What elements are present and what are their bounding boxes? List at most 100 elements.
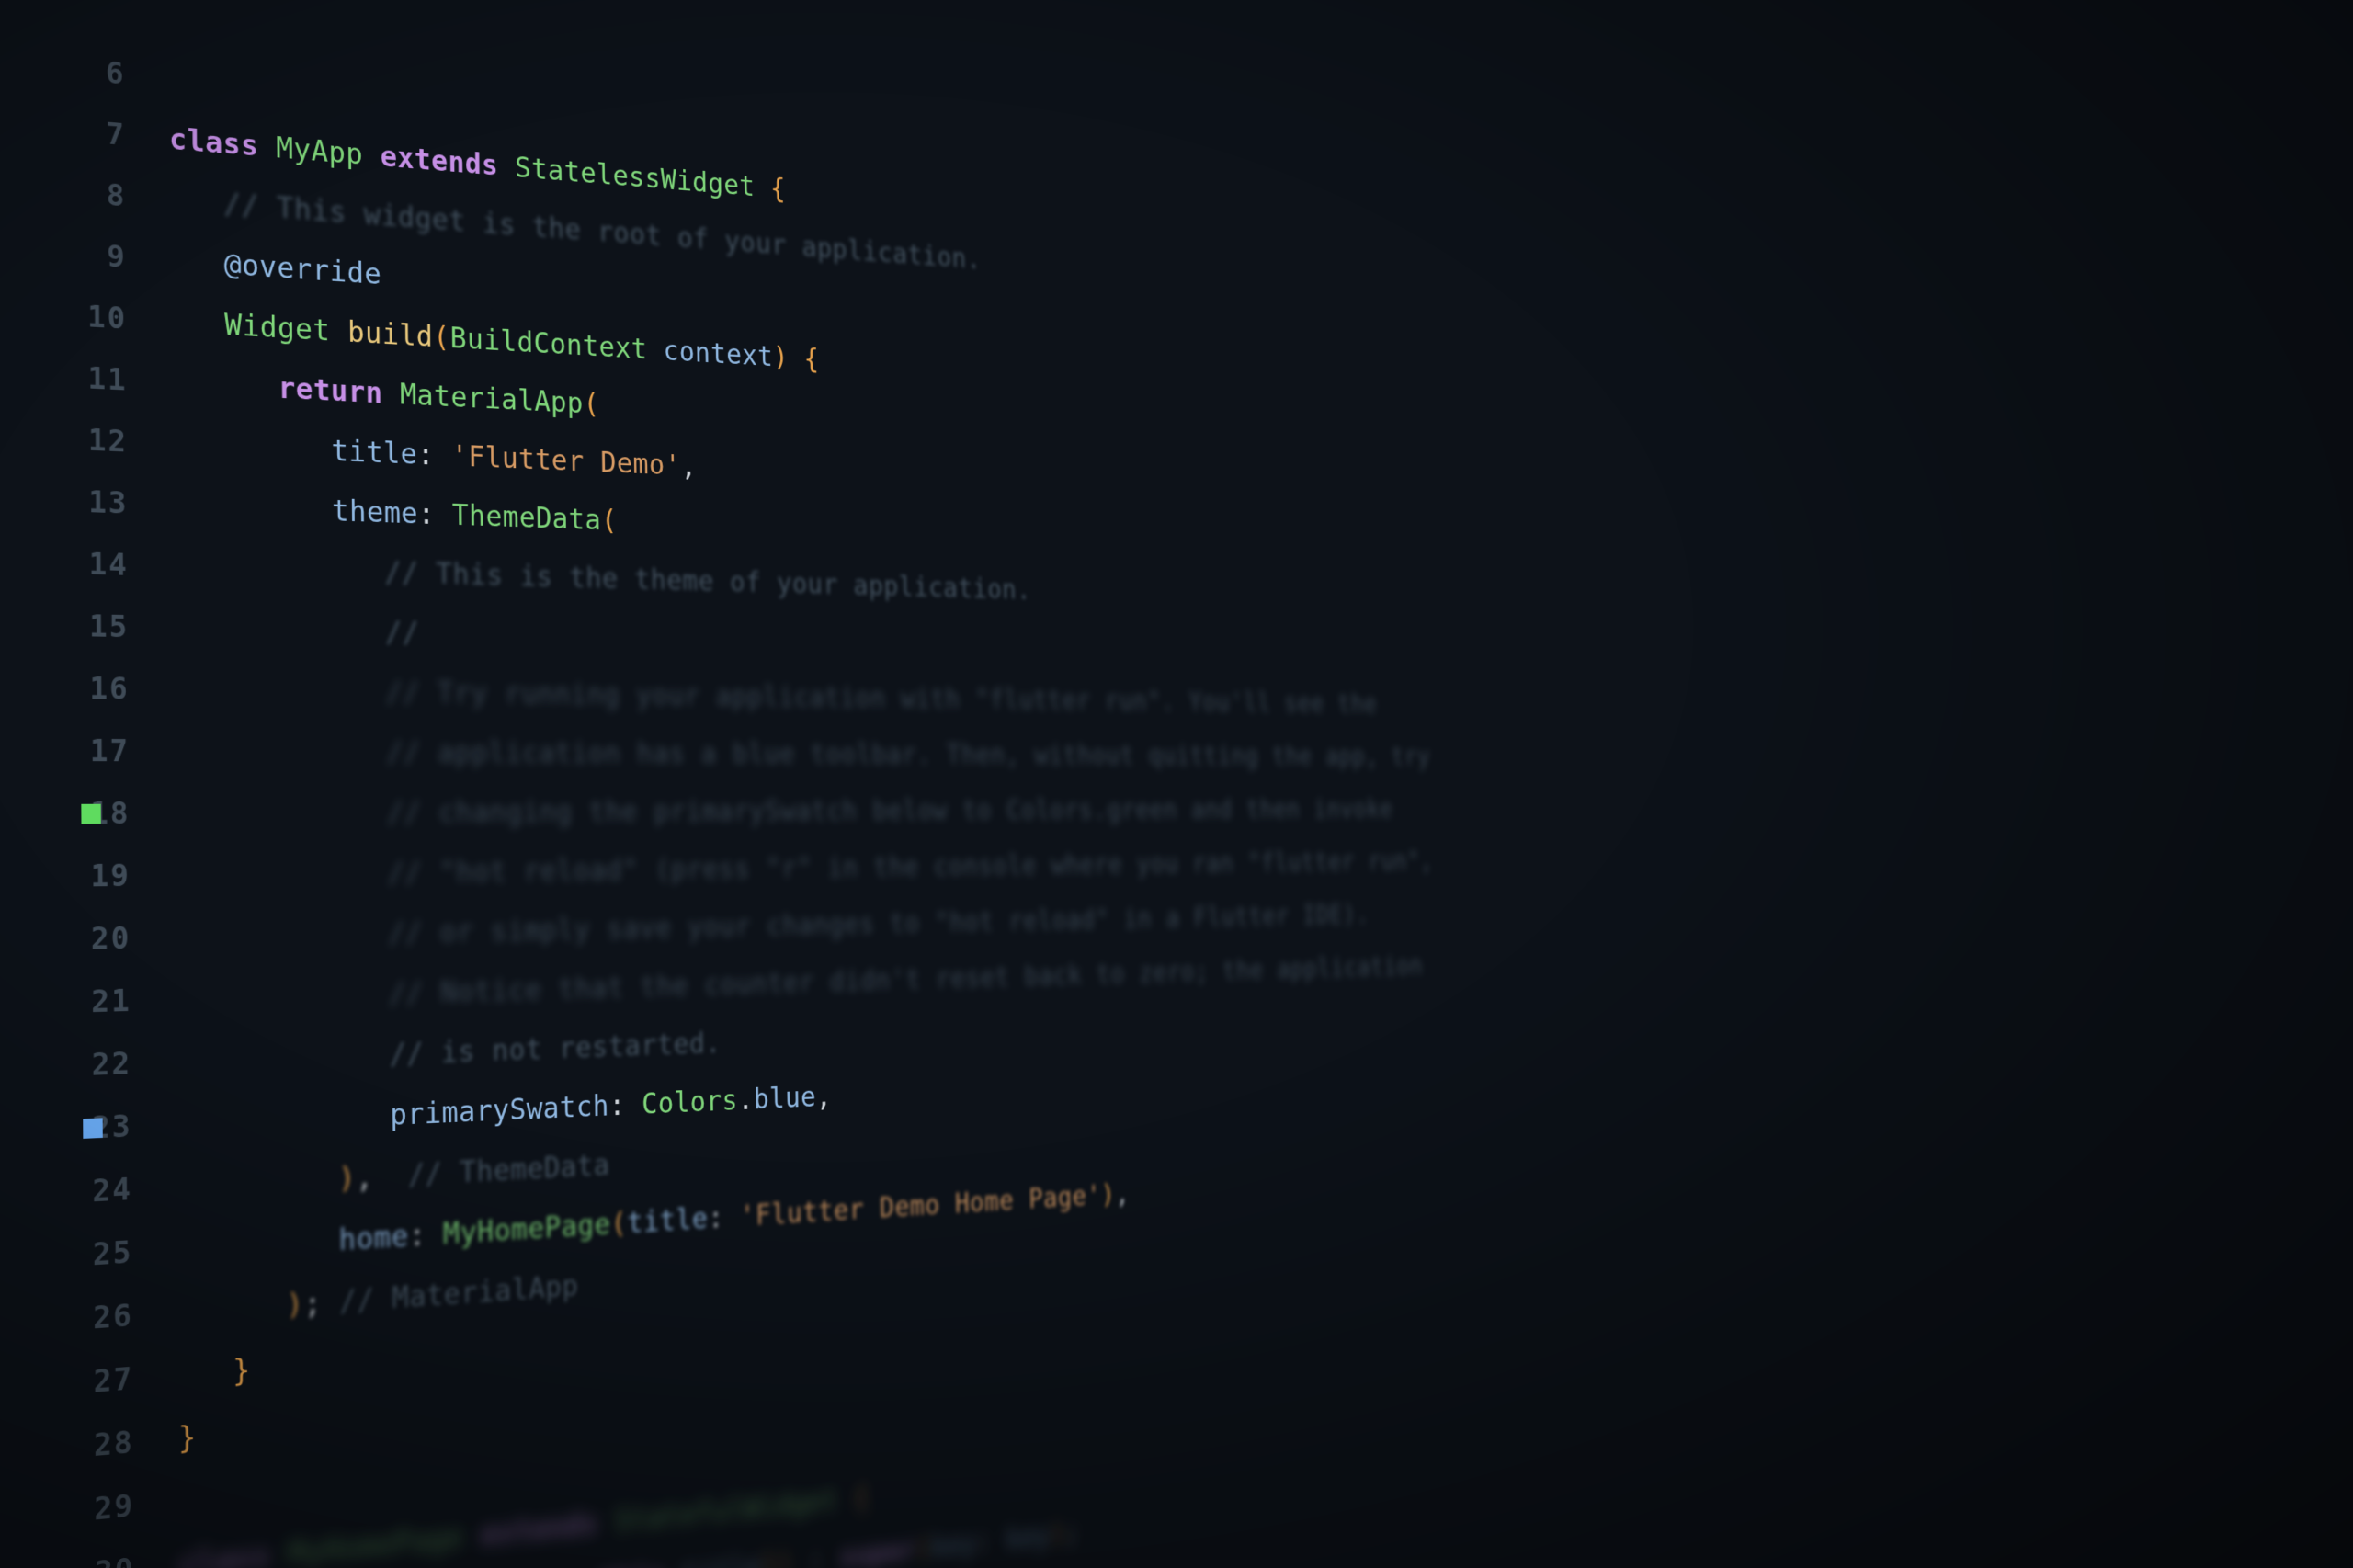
code-token: MaterialApp — [400, 365, 585, 433]
code-token: : — [408, 1204, 443, 1267]
code-token: : — [418, 484, 453, 545]
code-token: // application has a blue toolbar. Then,… — [386, 722, 1431, 783]
gutter-row: 12 — [0, 405, 172, 475]
code-token: key — [931, 1515, 977, 1568]
line-number: 8 — [107, 177, 127, 214]
gutter-row: 16 — [0, 656, 173, 721]
gutter-row: 22 — [0, 1031, 176, 1101]
code-token: ( — [915, 1519, 932, 1568]
line-number: 25 — [93, 1234, 133, 1273]
code-token: super — [839, 1521, 917, 1568]
gutter-marker — [81, 804, 100, 824]
code-token: { — [853, 1468, 870, 1528]
line-number: 9 — [107, 239, 127, 276]
code-token: : — [417, 425, 452, 485]
code-editor[interactable]: 6 7 8 9 10 11 12 13 14 15 16 17 18 19 20 21 22 23 24 25 26 27… — [0, 0, 2353, 1568]
code-token: 'Flutter Demo' — [451, 426, 681, 494]
code-token: ThemeData — [452, 485, 602, 550]
gutter-row: 9 — [0, 218, 170, 291]
code-token: ) — [1050, 1506, 1065, 1563]
line-number: 27 — [94, 1361, 134, 1401]
gutter-row: 23 — [0, 1094, 176, 1165]
gutter-row: 13 — [0, 468, 172, 536]
line-number: 28 — [94, 1425, 134, 1464]
code-token: : — [708, 1187, 741, 1248]
code-token: , — [356, 1146, 392, 1209]
gutter-row: 11 — [0, 343, 171, 414]
code-token: extends — [380, 127, 515, 197]
gutter-row: 15 — [0, 593, 173, 659]
code-token: , — [815, 1068, 832, 1126]
line-number: 20 — [91, 921, 131, 958]
line-number: 24 — [92, 1172, 132, 1210]
code-token: ) — [773, 329, 790, 386]
line-number: 22 — [92, 1046, 132, 1084]
code-token: context — [663, 322, 773, 385]
line-number: 12 — [88, 423, 128, 460]
code-token: Widget — [224, 295, 348, 362]
code-token: Colors — [642, 1072, 739, 1134]
code-token: ( — [610, 1194, 628, 1254]
line-number: 19 — [90, 858, 131, 894]
gutter-row: 8 — [0, 155, 170, 230]
line-number: 29 — [94, 1488, 134, 1528]
code-token: : — [792, 1528, 840, 1568]
code-token: blue — [753, 1068, 816, 1129]
line-number: 7 — [106, 117, 126, 153]
code-token: primarySwatch — [390, 1076, 609, 1146]
code-token: } — [760, 1535, 777, 1568]
code-token: key — [1006, 1507, 1051, 1568]
code-token: title — [331, 421, 417, 484]
line-number-gutter: 6 7 8 9 10 11 12 13 14 15 16 17 18 19 20 21 22 23 24 25 26 27… — [0, 23, 179, 1565]
code-token: theme — [332, 481, 418, 543]
line-number: 21 — [91, 983, 131, 1020]
gutter-row: 25 — [0, 1219, 177, 1293]
line-number: 10 — [87, 300, 127, 337]
line-number: 30 — [95, 1551, 135, 1568]
code-token: ; — [303, 1272, 322, 1335]
gutter-row: 24 — [0, 1156, 176, 1229]
code-token: . — [737, 1071, 754, 1130]
code-token: ( — [433, 308, 450, 368]
code-token: class — [169, 108, 277, 177]
code-token: build — [347, 302, 434, 367]
code-token: ( — [583, 375, 600, 434]
gutter-row: 10 — [0, 280, 171, 352]
code-token: // changing the primarySwatch below to C… — [387, 782, 1393, 843]
code-token: // — [385, 603, 420, 664]
code-token: { — [770, 160, 787, 217]
code-token: , — [1115, 1166, 1131, 1222]
gutter-row: 20 — [0, 906, 175, 972]
line-number: 15 — [89, 608, 129, 644]
code-area[interactable]: class MyApp extends StatelessWidget { //… — [168, 40, 1821, 1548]
code-token: MyApp — [276, 118, 381, 186]
gutter-row: 21 — [0, 969, 176, 1037]
code-token: } — [178, 1406, 197, 1471]
code-token: : — [608, 1075, 642, 1136]
code-token: { — [788, 330, 819, 388]
line-number: 16 — [89, 671, 129, 707]
code-token: . — [665, 1545, 682, 1568]
code-token: ) — [1100, 1167, 1116, 1223]
line-number: 26 — [93, 1298, 133, 1336]
code-token: title — [627, 1189, 709, 1253]
code-token: return — [278, 358, 400, 425]
code-token: ) — [286, 1273, 304, 1336]
gutter-row: 14 — [0, 530, 172, 597]
line-number: 11 — [87, 361, 127, 399]
code-token: MyHomePage — [443, 1195, 611, 1265]
code-token: , — [565, 1553, 599, 1568]
line-number: 13 — [88, 484, 128, 521]
line-number: 14 — [89, 547, 129, 584]
code-token: , — [680, 437, 697, 495]
gutter-marker — [83, 1118, 102, 1139]
code-token: @override — [223, 234, 381, 305]
gutter-row: 18 — [0, 782, 174, 846]
gutter-row: 19 — [0, 845, 175, 910]
code-token: ) — [777, 1534, 793, 1568]
line-number: 6 — [106, 55, 126, 92]
code-token: } — [233, 1339, 251, 1403]
gutter-row: 17 — [0, 720, 174, 783]
code-token: ) — [338, 1148, 357, 1210]
line-number: 17 — [90, 733, 130, 769]
